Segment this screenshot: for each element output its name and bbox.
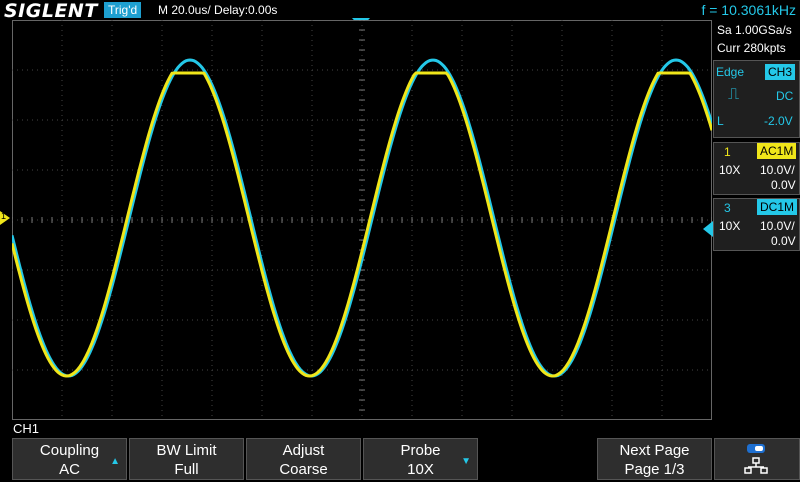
waveform-display[interactable] bbox=[12, 20, 712, 420]
softkey-value: Coarse bbox=[279, 461, 328, 478]
softkey-value: AC bbox=[59, 461, 80, 478]
ch3-trigger-level-marker[interactable] bbox=[703, 221, 713, 237]
frequency-readout: f = 10.3061kHz bbox=[701, 2, 796, 18]
ch1-scale: 10.0V/ bbox=[760, 163, 795, 177]
trigger-type: Edge bbox=[716, 65, 745, 79]
ch3-offset: 0.0V bbox=[771, 234, 796, 248]
arrow-down-icon: ▼ bbox=[461, 456, 471, 467]
next-page-softkey[interactable]: Next Page Page 1/3 bbox=[597, 438, 712, 480]
softkey-label: Adjust bbox=[282, 442, 325, 459]
trigger-status-badge: Trig'd bbox=[104, 2, 142, 18]
ch1-offset-marker[interactable]: 1 bbox=[0, 211, 10, 225]
probe-softkey[interactable]: Probe 10X ▼ bbox=[363, 438, 478, 480]
trigger-level-label: L bbox=[717, 114, 724, 128]
softkey-label: Probe bbox=[400, 442, 441, 459]
adjust-softkey[interactable]: Adjust Coarse bbox=[246, 438, 361, 480]
trigger-source-badge: CH3 bbox=[765, 64, 796, 80]
ch1-number: 1 bbox=[724, 145, 731, 159]
ch1-probe: 10X bbox=[719, 163, 741, 177]
ch3-probe: 10X bbox=[719, 219, 741, 233]
trigger-coupling: DC bbox=[776, 89, 794, 103]
sample-rate: Sa 1.00GSa/s bbox=[717, 23, 792, 37]
top-status-bar: SIGLENT Trig'd M 20.0us/ Delay:0.00s f =… bbox=[0, 0, 800, 22]
ch3-number: 3 bbox=[724, 201, 731, 215]
softkey-value: 10X bbox=[407, 461, 434, 478]
softkey-label: BW Limit bbox=[156, 442, 217, 459]
rising-edge-icon: ⎍ bbox=[728, 86, 740, 103]
ch1-offset: 0.0V bbox=[771, 178, 796, 192]
timebase-readout: M 20.0us/ Delay:0.00s bbox=[158, 3, 278, 17]
arrow-up-icon: ▲ bbox=[110, 456, 120, 467]
siglent-logo: SIGLENT bbox=[4, 0, 98, 22]
usb-network-icon bbox=[744, 444, 768, 474]
status-icons-area[interactable] bbox=[714, 438, 800, 480]
softkey-value: Full bbox=[174, 461, 199, 478]
coupling-softkey[interactable]: Coupling AC ▲ bbox=[12, 438, 127, 480]
ch3-coupling-badge: DC1M bbox=[757, 199, 798, 215]
ch3-scale: 10.0V/ bbox=[760, 219, 795, 233]
trigger-level: -2.0V bbox=[764, 114, 793, 128]
softkey-label: Coupling bbox=[39, 442, 100, 459]
softkey-label: Next Page bbox=[619, 442, 690, 459]
memory-depth: Curr 280kpts bbox=[717, 41, 786, 55]
softkey-value: Page 1/3 bbox=[624, 461, 685, 478]
bw-limit-softkey[interactable]: BW Limit Full bbox=[129, 438, 244, 480]
ch1-coupling-badge: AC1M bbox=[757, 143, 797, 159]
menu-title: CH1 bbox=[13, 421, 40, 436]
